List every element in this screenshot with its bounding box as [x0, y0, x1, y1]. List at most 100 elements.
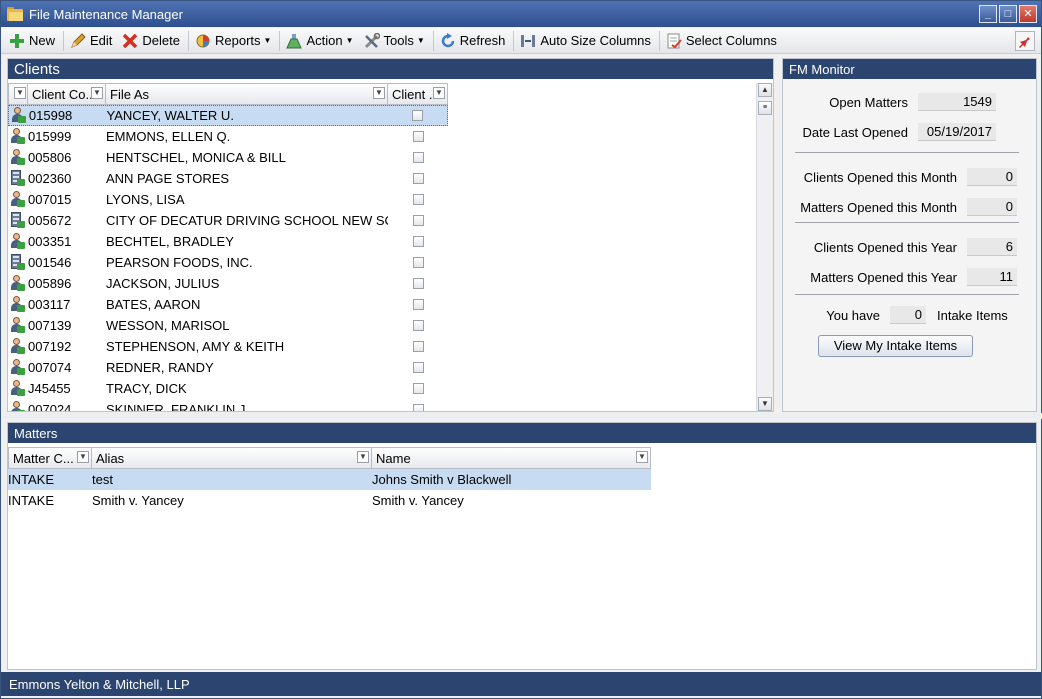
client-code-cell: 003117 — [28, 297, 71, 312]
filter-icon[interactable]: ▼ — [433, 87, 445, 99]
chevron-down-icon: ▼ — [263, 36, 272, 45]
table-row[interactable]: INTAKE Smith v. Yancey Smith v. Yancey — [8, 490, 651, 511]
divider — [795, 222, 1019, 223]
file-as-cell: WESSON, MARISOL — [106, 318, 230, 333]
column-header-client-code[interactable]: Client Co... ▼ — [28, 83, 106, 105]
open-matters-row: Open Matters 1549 — [783, 93, 996, 111]
table-row[interactable]: 002360 ANN PAGE STORES — [8, 168, 448, 189]
new-button[interactable]: New — [5, 30, 61, 52]
close-button[interactable]: ✕ — [1019, 5, 1037, 23]
action-dropdown[interactable]: Action ▼ — [282, 30, 359, 52]
table-row[interactable]: 003351 BECHTEL, BRADLEY — [8, 231, 448, 252]
title-bar[interactable]: File Maintenance Manager _ □ ✕ — [1, 1, 1041, 27]
organization-client-icon — [8, 252, 28, 273]
organization-client-icon — [8, 168, 28, 189]
scroll-thumb[interactable]: ≡ — [758, 101, 772, 115]
table-row[interactable]: 005896 JACKSON, JULIUS — [8, 273, 448, 294]
client-checkbox[interactable] — [412, 152, 424, 163]
intake-row: You have 0 Intake Items — [783, 306, 1008, 324]
scroll-up-button[interactable]: ▲ — [758, 83, 772, 97]
refresh-button[interactable]: Refresh — [436, 30, 512, 52]
column-header-client[interactable]: Client ... ▼ — [388, 83, 448, 105]
client-checkbox[interactable] — [412, 341, 424, 352]
alias-cell: Smith v. Yancey — [92, 493, 184, 508]
splitter[interactable] — [1, 413, 1042, 419]
client-checkbox[interactable] — [412, 131, 424, 142]
filter-icon[interactable]: ▼ — [357, 451, 369, 463]
person-client-icon — [8, 315, 28, 336]
column-header-label: Alias — [96, 450, 125, 466]
client-checkbox[interactable] — [412, 362, 424, 373]
toolbar-separator — [513, 30, 515, 51]
view-intake-items-button[interactable]: View My Intake Items — [818, 335, 973, 357]
table-row[interactable]: 007139 WESSON, MARISOL — [8, 315, 448, 336]
filter-icon[interactable]: ▼ — [91, 87, 103, 99]
reports-dropdown[interactable]: Reports ▼ — [191, 30, 277, 52]
table-row[interactable]: 003117 BATES, AARON — [8, 294, 448, 315]
date-last-opened-value: 05/19/2017 — [918, 123, 996, 141]
filter-icon[interactable]: ▼ — [636, 451, 648, 463]
person-client-icon — [8, 273, 28, 294]
edit-button[interactable]: Edit — [66, 30, 118, 52]
minimize-button[interactable]: _ — [979, 5, 997, 23]
table-row[interactable]: J45455 TRACY, DICK — [8, 378, 448, 399]
table-row[interactable]: 007074 REDNER, RANDY — [8, 357, 448, 378]
auto-size-columns-button[interactable]: Auto Size Columns — [516, 30, 657, 52]
client-checkbox[interactable] — [412, 194, 424, 205]
table-row[interactable]: 015999 EMMONS, ELLEN Q. — [8, 126, 448, 147]
table-row[interactable]: 001546 PEARSON FOODS, INC. — [8, 252, 448, 273]
scroll-down-button[interactable]: ▼ — [758, 397, 772, 411]
table-row[interactable]: 015998 YANCEY, WALTER U. — [8, 105, 448, 126]
tools-dropdown[interactable]: Tools ▼ — [360, 30, 431, 52]
toolbar-separator — [279, 30, 281, 51]
table-row[interactable]: 005672 CITY OF DECATUR DRIVING SCHOOL NEW… — [8, 210, 448, 231]
client-checkbox[interactable] — [412, 404, 424, 411]
pie-chart-icon — [195, 33, 211, 49]
file-as-cell: SKINNER, FRANKLIN J. — [106, 402, 250, 411]
table-row[interactable]: 005806 HENTSCHEL, MONICA & BILL — [8, 147, 448, 168]
column-header-name[interactable]: Name ▼ — [372, 447, 651, 469]
column-header-matter-code[interactable]: Matter C... ▼ — [8, 447, 92, 469]
client-checkbox[interactable] — [412, 236, 424, 247]
matters-year-value: 11 — [967, 268, 1017, 286]
client-checkbox[interactable] — [412, 257, 424, 268]
client-checkbox[interactable] — [412, 320, 424, 331]
filter-icon[interactable]: ▼ — [14, 87, 26, 99]
open-matters-value: 1549 — [918, 93, 996, 111]
matter-code-cell: INTAKE — [8, 493, 54, 508]
maximize-button[interactable]: □ — [999, 5, 1017, 23]
select-columns-button[interactable]: Select Columns — [662, 30, 783, 52]
client-checkbox[interactable] — [412, 299, 424, 310]
column-resize-icon — [520, 33, 536, 49]
client-checkbox[interactable] — [412, 173, 424, 184]
matters-year-label: Matters Opened this Year — [810, 269, 957, 285]
client-checkbox[interactable] — [412, 278, 424, 289]
filter-icon[interactable]: ▼ — [77, 451, 89, 463]
client-checkbox[interactable] — [412, 215, 424, 226]
table-row[interactable]: INTAKE test Johns Smith v Blackwell — [8, 469, 651, 490]
file-as-cell: REDNER, RANDY — [106, 360, 214, 375]
clients-scrollbar[interactable]: ▲ ≡ ▼ — [756, 83, 773, 411]
filter-icon[interactable]: ▼ — [373, 87, 385, 99]
clients-panel: Clients ▼ Client Co... ▼ File As ▼ Clien… — [7, 58, 774, 412]
client-code-cell: 007015 — [28, 192, 72, 207]
matters-header: Matters — [8, 423, 1036, 443]
table-row[interactable]: 007192 STEPHENSON, AMY & KEITH — [8, 336, 448, 357]
app-window: File Maintenance Manager _ □ ✕ New Edit … — [0, 0, 1042, 699]
matters-panel: Matters Matter C... ▼ Alias ▼ Name ▼ INT… — [7, 422, 1037, 670]
client-checkbox[interactable] — [412, 383, 424, 394]
client-checkbox-cell — [387, 110, 447, 121]
client-code-cell: 007024 — [28, 402, 72, 411]
column-header-file-as[interactable]: File As ▼ — [106, 83, 388, 105]
client-code-cell: 001546 — [28, 255, 72, 270]
matters-month-value: 0 — [967, 198, 1017, 216]
delete-button[interactable]: Delete — [118, 30, 186, 52]
table-row[interactable]: 007015 LYONS, LISA — [8, 189, 448, 210]
pin-button[interactable] — [1015, 31, 1035, 51]
row-selector-header[interactable]: ▼ — [8, 83, 28, 105]
table-row[interactable]: 007024 SKINNER, FRANKLIN J. — [8, 399, 448, 411]
clients-rows: 015998 YANCEY, WALTER U. 015999 EMMONS, ELL… — [8, 105, 448, 411]
window-title: File Maintenance Manager — [29, 6, 183, 22]
client-checkbox[interactable] — [411, 110, 423, 121]
column-header-alias[interactable]: Alias ▼ — [92, 447, 372, 469]
